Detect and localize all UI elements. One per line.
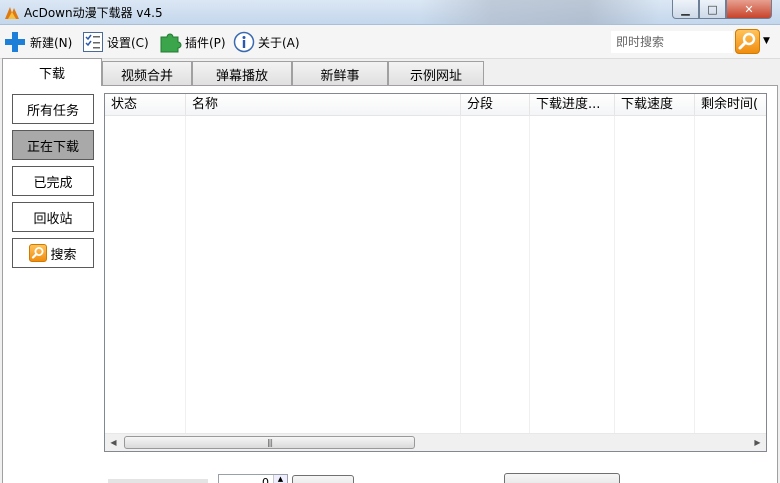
column-divider [529,116,530,433]
checklist-icon [83,32,103,52]
tab-label: 示例网址 [409,69,462,84]
bottom-control-bar: 0 ▲ [104,470,774,483]
about-button[interactable]: 关于(A) [233,29,300,55]
column-divider [694,116,695,433]
tab-label: 视频合并 [120,69,173,84]
scroll-right-button[interactable]: ▶ [749,434,766,451]
info-icon [233,31,255,53]
tab-label: 新鲜事 [320,69,360,84]
apply-button[interactable] [292,475,354,483]
plus-icon [5,32,25,52]
column-header-remaining-time[interactable]: 剩余时间( [695,94,766,116]
settings-button[interactable]: 设置(C) [82,29,149,55]
minimize-icon: ▁ [681,2,690,16]
filter-completed-button[interactable]: 已完成 [12,166,94,196]
maximize-button[interactable]: □ [699,0,726,19]
app-logo-icon [5,7,19,19]
scrollbar-thumb[interactable]: ||| [124,436,415,449]
new-task-button[interactable]: 新建(N) [3,29,72,55]
tab-danmaku-player[interactable]: 弹幕播放 [192,61,292,87]
tab-video-merge[interactable]: 视频合并 [102,61,192,87]
plugins-button[interactable]: 插件(P) [158,29,226,55]
tab-whats-new[interactable]: 新鲜事 [292,61,388,87]
column-header-progress[interactable]: 下载进度... [530,94,615,116]
filter-recycle-bin-button[interactable]: 回收站 [12,202,94,232]
horizontal-scrollbar[interactable]: ◀ ||| ▶ [105,433,766,451]
arrow-right-icon: ▶ [754,438,761,447]
filter-label: 回收站 [33,211,73,227]
tab-label: 下载 [38,67,65,82]
count-stepper-value: 0 [262,476,269,483]
filter-label: 所有任务 [26,103,79,119]
filter-label: 正在下载 [26,139,79,155]
task-list-header: 状态 名称 分段 下载进度... 下载速度 剩余时间( [105,94,766,116]
arrow-left-icon: ◀ [110,438,117,447]
task-list[interactable]: 状态 名称 分段 下载进度... 下载速度 剩余时间( ◀ ||| ▶ [104,93,767,452]
column-header-status[interactable]: 状态 [105,94,186,116]
stepper-arrows-icon[interactable]: ▲ [273,475,287,483]
scroll-left-button[interactable]: ◀ [105,434,122,451]
search-button[interactable] [735,29,760,54]
about-label: 关于(A) [258,35,300,50]
search-icon [29,244,48,262]
settings-label: 设置(C) [107,35,149,50]
column-header-segments[interactable]: 分段 [461,94,530,116]
close-button[interactable]: ✕ [726,0,772,19]
window-title: AcDown动漫下载器 v4.5 [24,6,163,20]
column-header-speed[interactable]: 下载速度 [615,94,695,116]
instant-search-input[interactable] [612,32,732,52]
tab-download[interactable]: 下载 [2,58,102,86]
column-divider [614,116,615,433]
search-dropdown-arrow-icon[interactable]: ▼ [763,36,770,46]
filter-label: 已完成 [33,175,73,191]
count-stepper[interactable]: 0 ▲ [218,474,288,483]
column-header-name[interactable]: 名称 [186,94,461,116]
grip-icon: ||| [266,438,273,447]
filter-label: 搜索 [50,247,77,263]
filter-downloading-button[interactable]: 正在下载 [12,130,94,160]
column-divider [185,116,186,433]
title-bar: AcDown动漫下载器 v4.5 ▁ □ ✕ [0,0,780,25]
title-bar-blur [420,0,660,24]
filter-search-button[interactable]: 搜索 [12,238,94,268]
minimize-button[interactable]: ▁ [672,0,699,19]
maximize-icon: □ [707,2,718,16]
new-task-label: 新建(N) [30,35,73,50]
instant-search-box [611,31,733,53]
column-divider [460,116,461,433]
close-icon: ✕ [744,2,754,16]
search-icon [738,32,756,50]
tab-label: 弹幕播放 [215,69,268,84]
status-strip [108,479,208,483]
plugins-label: 插件(P) [185,35,226,50]
puzzle-piece-icon [160,33,182,53]
filter-all-tasks-button[interactable]: 所有任务 [12,94,94,124]
tab-example-urls[interactable]: 示例网址 [388,61,484,87]
option-select[interactable] [504,473,620,483]
